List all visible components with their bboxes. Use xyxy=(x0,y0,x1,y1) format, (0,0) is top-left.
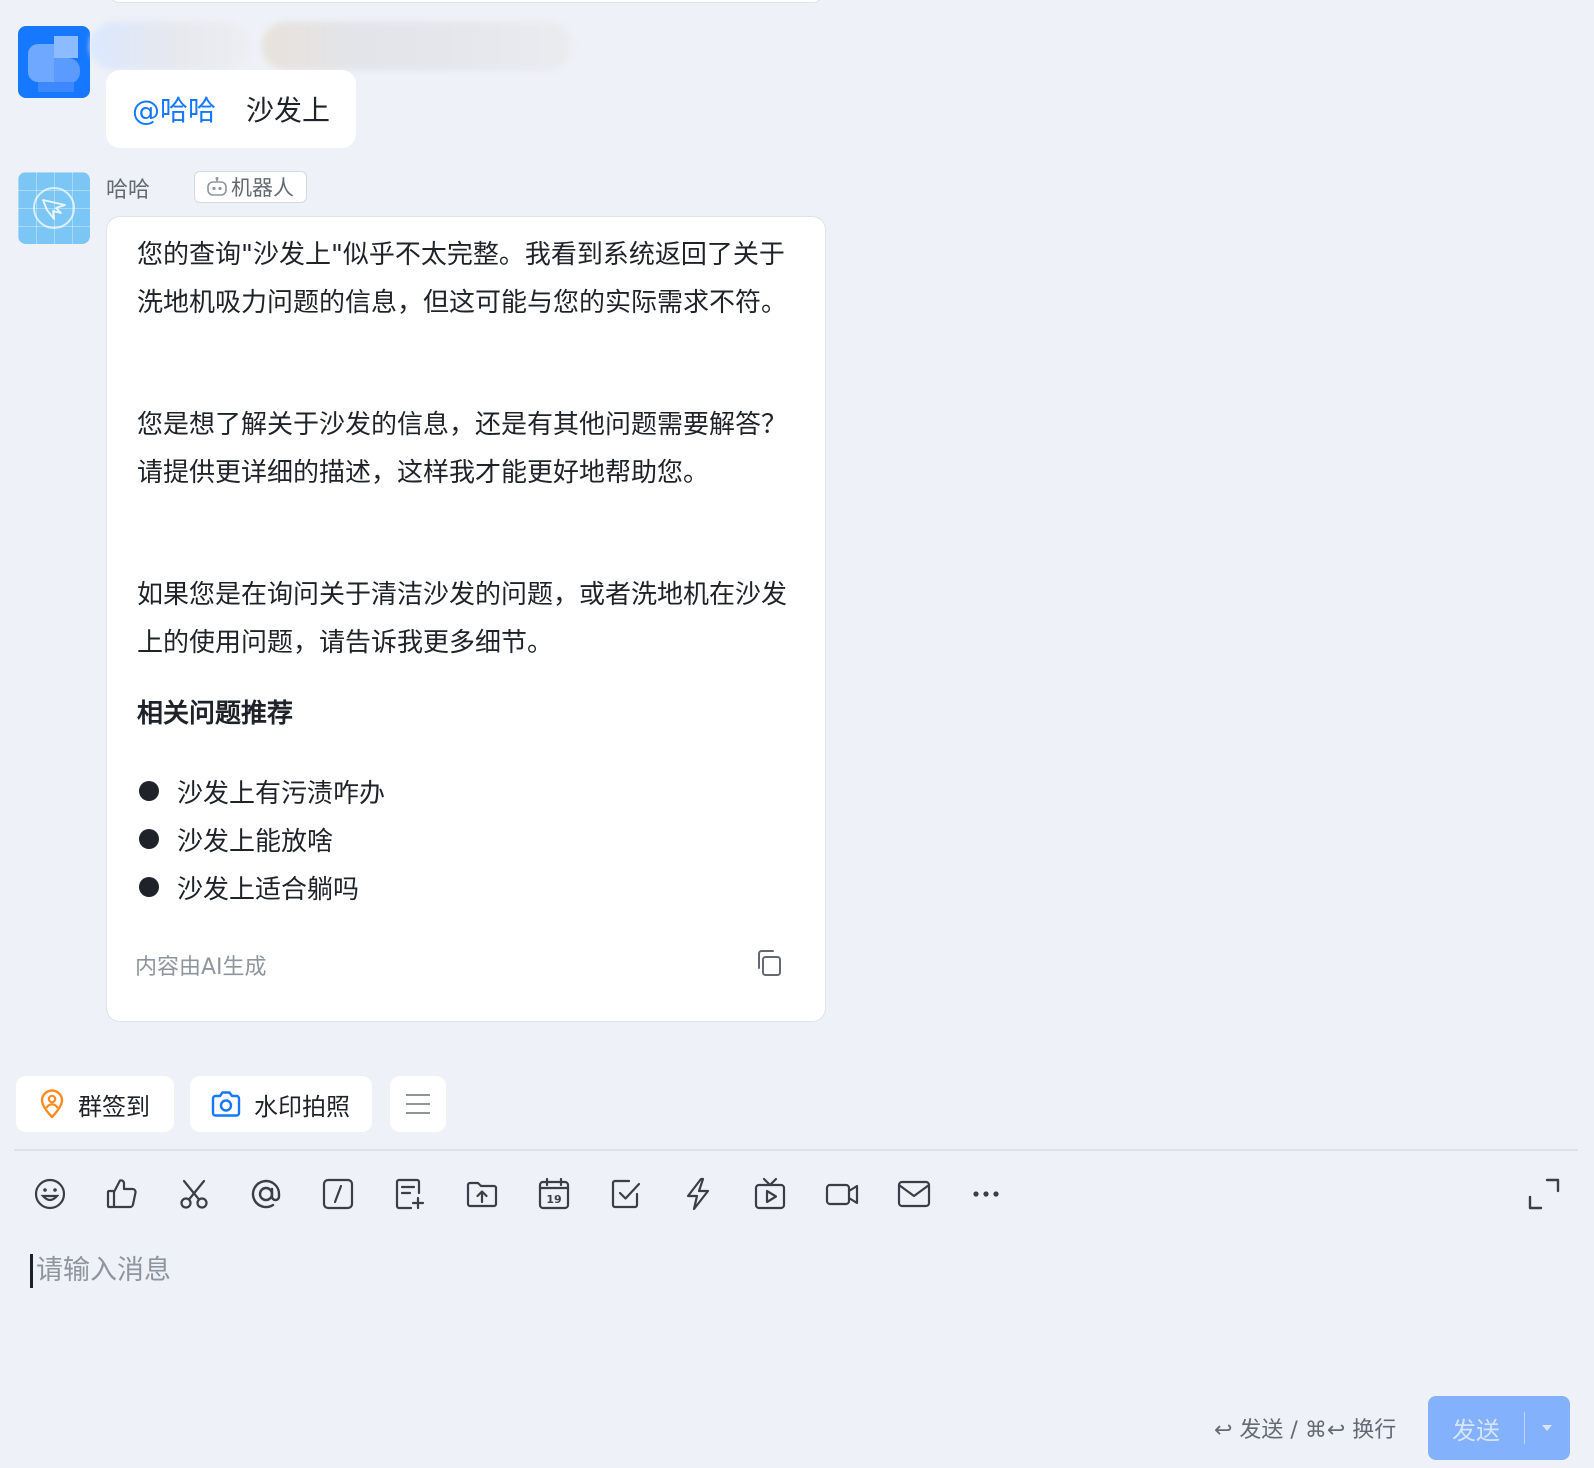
robot-icon xyxy=(207,177,227,196)
composer-toolbar: 19 xyxy=(30,1174,1006,1214)
user-message-text: 沙发上 xyxy=(246,94,331,127)
slash-command-icon xyxy=(322,1178,354,1210)
like-button[interactable] xyxy=(102,1174,142,1214)
upload-file-button[interactable] xyxy=(462,1174,502,1214)
previous-message-edge xyxy=(110,0,822,3)
user-avatar[interactable] xyxy=(18,26,90,98)
calendar-day: 19 xyxy=(546,1193,561,1206)
camera-icon xyxy=(211,1091,241,1117)
live-button[interactable] xyxy=(750,1174,790,1214)
mail-button[interactable] xyxy=(894,1174,934,1214)
bullet-icon xyxy=(139,877,159,897)
blurred-sender-info xyxy=(262,22,572,70)
expand-composer-button[interactable] xyxy=(1526,1176,1562,1212)
bot-paragraph: 如果您是在询问关于清洁沙发的问题，或者洗地机在沙发上的使用问题，请告诉我更多细节… xyxy=(137,580,788,658)
bullet-icon xyxy=(139,829,159,849)
more-icon xyxy=(973,1191,999,1197)
ding-urgent-button[interactable] xyxy=(678,1174,718,1214)
related-questions-title: 相关问题推荐 xyxy=(137,699,294,729)
at-icon xyxy=(251,1179,281,1209)
bot-message-bubble[interactable]: 您的查询"沙发上"似乎不太完整。我看到系统返回了关于洗地机吸力问题的信息，但这可… xyxy=(106,216,826,1022)
expand-icon xyxy=(1528,1178,1560,1210)
related-question-item[interactable]: 沙发上能放啥 xyxy=(137,815,385,863)
lightning-icon xyxy=(686,1177,710,1211)
todo-button[interactable] xyxy=(606,1174,646,1214)
related-question-text[interactable]: 沙发上能放啥 xyxy=(177,821,333,858)
new-document-button[interactable] xyxy=(390,1174,430,1214)
group-checkin-button[interactable]: 群签到 xyxy=(16,1076,174,1132)
composer-divider xyxy=(14,1149,1578,1151)
copy-button[interactable] xyxy=(753,947,785,979)
copy-icon xyxy=(758,950,781,976)
user-message-bubble[interactable]: @哈哈 沙发上 xyxy=(106,70,357,148)
mention-button[interactable] xyxy=(246,1174,286,1214)
related-questions-list: 沙发上有污渍咋办 沙发上能放啥 沙发上适合躺吗 xyxy=(137,767,385,911)
menu-icon xyxy=(406,1094,430,1114)
watermark-photo-label: 水印拍照 xyxy=(254,1092,350,1121)
related-question-item[interactable]: 沙发上有污渍咋办 xyxy=(137,767,385,815)
send-button[interactable]: 发送 xyxy=(1428,1396,1570,1460)
related-question-text[interactable]: 沙发上适合躺吗 xyxy=(177,869,359,906)
calendar-icon: 19 xyxy=(538,1177,570,1210)
ai-generated-note: 内容由AI生成 xyxy=(135,955,267,980)
emoji-button[interactable] xyxy=(30,1174,70,1214)
todo-check-icon xyxy=(611,1179,641,1209)
thumbs-up-icon xyxy=(106,1179,137,1209)
bot-sender-name: 哈哈 xyxy=(106,178,151,203)
robot-badge-label: 机器人 xyxy=(231,176,294,200)
more-button[interactable] xyxy=(966,1174,1006,1214)
send-options-button[interactable] xyxy=(1525,1423,1569,1433)
live-tv-icon xyxy=(754,1177,786,1210)
calendar-button[interactable]: 19 xyxy=(534,1174,574,1214)
command-button[interactable] xyxy=(318,1174,358,1214)
send-button-label: 发送 xyxy=(1452,1416,1500,1445)
upload-folder-icon xyxy=(466,1181,498,1208)
bot-paragraph: 您是想了解关于沙发的信息，还是有其他问题需要解答？请提供更详细的描述，这样我才能… xyxy=(137,410,788,488)
send-shortcut-hint: ↩ 发送 / ⌘↩ 换行 xyxy=(1214,1418,1397,1443)
new-doc-icon xyxy=(395,1178,425,1210)
screenshot-button[interactable] xyxy=(174,1174,214,1214)
emoji-icon xyxy=(34,1178,66,1210)
robot-badge: 机器人 xyxy=(194,171,307,203)
blurred-sender-name xyxy=(90,22,250,70)
message-input[interactable] xyxy=(36,1250,1536,1290)
video-call-icon xyxy=(825,1183,859,1206)
scissors-icon xyxy=(180,1179,208,1209)
group-checkin-label: 群签到 xyxy=(78,1092,150,1121)
dingtalk-logo-icon xyxy=(33,187,75,229)
video-call-button[interactable] xyxy=(822,1174,862,1214)
mention-link[interactable]: @哈哈 xyxy=(132,89,216,129)
chevron-down-icon xyxy=(1542,1425,1552,1431)
bullet-icon xyxy=(139,781,159,801)
related-question-item[interactable]: 沙发上适合躺吗 xyxy=(137,863,385,911)
bot-avatar[interactable] xyxy=(18,172,90,244)
mail-icon xyxy=(897,1180,931,1208)
location-pin-icon xyxy=(40,1089,64,1119)
bot-paragraph: 您的查询"沙发上"似乎不太完整。我看到系统返回了关于洗地机吸力问题的信息，但这可… xyxy=(137,240,788,318)
text-caret xyxy=(30,1254,33,1288)
watermark-photo-button[interactable]: 水印拍照 xyxy=(190,1076,372,1132)
quick-actions-menu-button[interactable] xyxy=(390,1076,446,1132)
related-question-text[interactable]: 沙发上有污渍咋办 xyxy=(177,773,385,810)
